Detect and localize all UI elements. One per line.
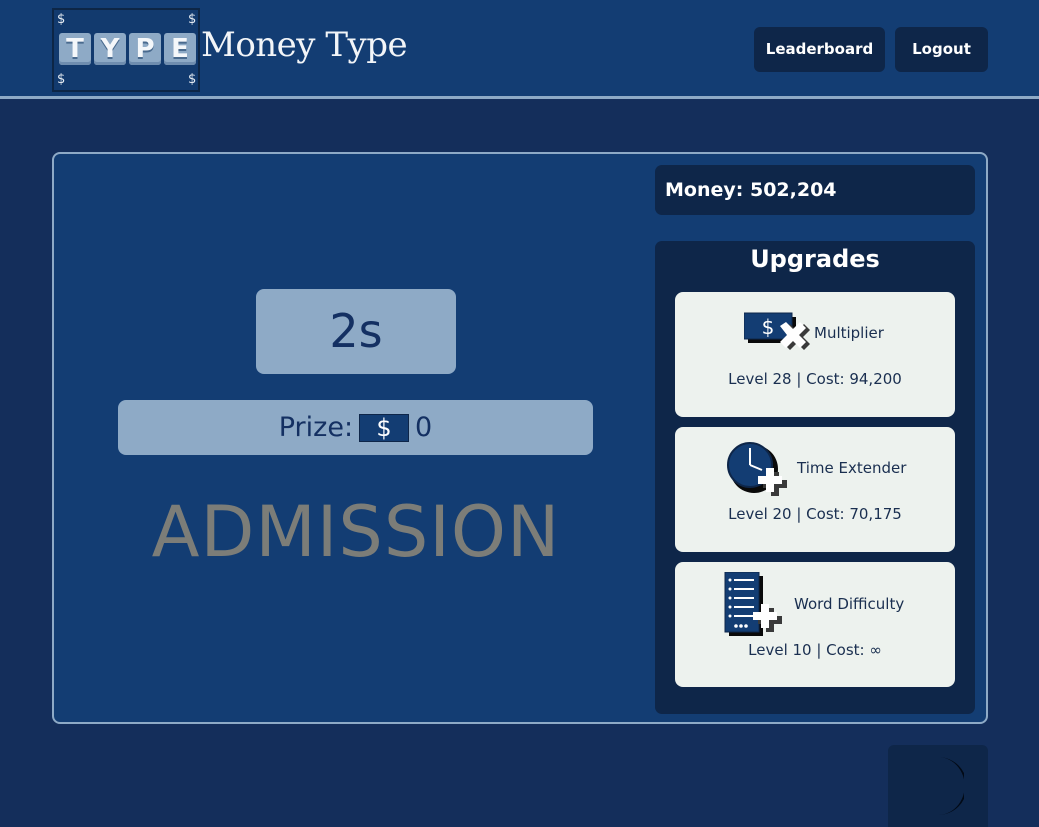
logo-dollar-sign: $ — [188, 12, 197, 27]
upgrade-name: Multiplier — [814, 324, 884, 342]
upgrade-info: Level 20 | Cost: 70,175 — [728, 505, 902, 523]
upgrade-card-multiplier[interactable]: $ Multiplier Level 28 | Cost: 94,200 — [675, 292, 955, 417]
prize-label: Prize: — [278, 412, 354, 443]
upgrade-info: Level 28 | Cost: 94,200 — [728, 370, 902, 388]
word-list-plus-icon — [724, 572, 782, 636]
prize-display: Prize: $ 0 — [118, 400, 593, 455]
money-multiplier-icon: $ — [744, 312, 810, 350]
upgrades-panel: Upgrades $ Multiplier Level 28 | Cost: 9… — [655, 241, 975, 714]
upgrade-name: Word Difficulty — [794, 595, 905, 613]
header: $ $ $ $ T Y P E Money Type Leaderboard L… — [0, 0, 1039, 99]
logo-tile: T — [59, 33, 91, 65]
upgrade-card-word-difficulty[interactable]: Word Difficulty Level 10 | Cost: ∞ — [675, 562, 955, 687]
brand-name: Money Type — [201, 25, 408, 65]
moon-icon — [938, 757, 964, 815]
upgrade-name: Time Extender — [797, 459, 907, 477]
target-word: ADMISSION — [151, 491, 561, 573]
prize-value: 0 — [415, 412, 433, 443]
game-panel: 2s Prize: $ 0 ADMISSION Money: 502,204 U… — [52, 152, 988, 724]
theme-toggle-button[interactable] — [888, 745, 988, 827]
logo-dollar-sign: $ — [188, 72, 197, 87]
logo-dollar-sign: $ — [57, 12, 66, 27]
logo-tiles: T Y P E — [59, 33, 196, 65]
upgrade-card-time-extender[interactable]: Time Extender Level 20 | Cost: 70,175 — [675, 427, 955, 552]
upgrade-info: Level 10 | Cost: ∞ — [748, 641, 882, 659]
leaderboard-button[interactable]: Leaderboard — [754, 27, 885, 72]
upgrades-title: Upgrades — [750, 245, 880, 273]
clock-plus-icon — [727, 442, 787, 496]
dollar-icon: $ — [359, 413, 410, 442]
logo-tile: Y — [94, 33, 126, 65]
logo-tile: P — [129, 33, 161, 65]
money-display: Money: 502,204 — [655, 165, 975, 215]
svg-text:$: $ — [762, 315, 775, 339]
timer-display: 2s — [256, 289, 456, 374]
logo-tile: E — [164, 33, 196, 65]
logo-dollar-sign: $ — [57, 72, 66, 87]
logo[interactable]: $ $ $ $ T Y P E — [52, 8, 200, 92]
logout-button[interactable]: Logout — [895, 27, 988, 72]
